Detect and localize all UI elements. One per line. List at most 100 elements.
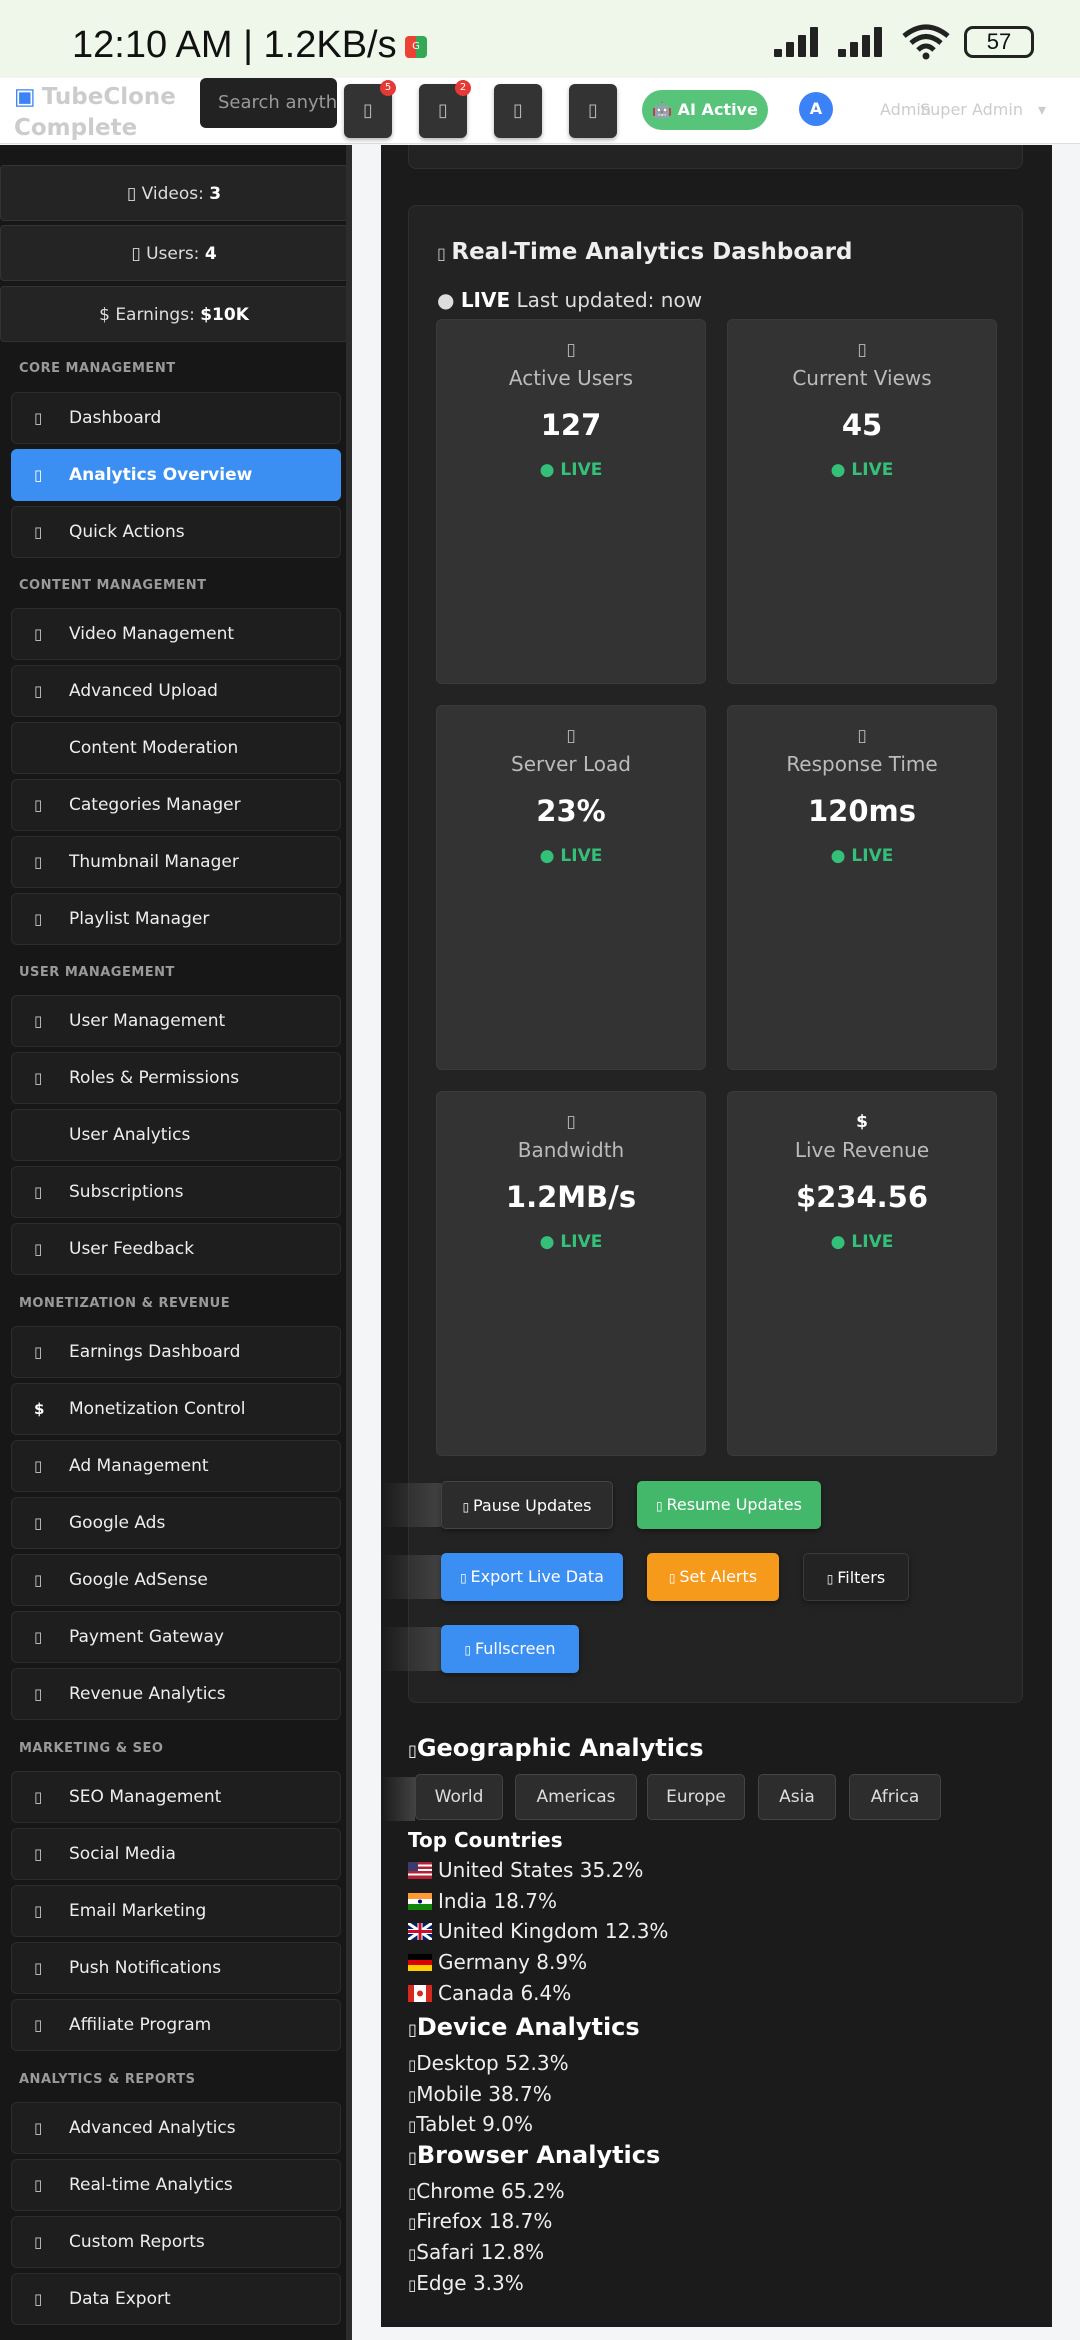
notifications-button[interactable]: ▯ 5 [344, 80, 396, 138]
nav-thumbnail-manager[interactable]: ▯ Thumbnail Manager [11, 836, 341, 888]
geographic-title: ▯Geographic Analytics [408, 1734, 704, 1762]
region-tab-americas[interactable]: Americas [515, 1774, 637, 1820]
nav-social-media[interactable]: ▯ Social Media [11, 1828, 341, 1880]
scroll-shadow [381, 1483, 441, 1527]
signal-icon-2 [838, 27, 888, 57]
nav-revenue-analytics[interactable]: ▯ Revenue Analytics [11, 1668, 341, 1720]
message-badge: 2 [455, 80, 471, 96]
pause-icon: ▯ [462, 1500, 473, 1514]
nav-google-ads[interactable]: ▯ Google Ads [11, 1497, 341, 1549]
nav-advanced-upload[interactable]: ▯ Advanced Upload [11, 665, 341, 717]
nav-user-feedback[interactable]: ▯ User Feedback [11, 1223, 341, 1275]
theme-toggle-button[interactable]: ▯ [494, 84, 542, 138]
globe-icon: ▯ [408, 1741, 417, 1760]
megaphone-icon: ▯ [34, 1457, 43, 1475]
uk-flag-icon [408, 1923, 432, 1940]
status-bar: 12:10 AM | 1.2KB/s G 57 [0, 0, 1080, 78]
nav-email-marketing[interactable]: ▯ Email Marketing [11, 1885, 341, 1937]
nav-analytics-overview[interactable]: ▯ Analytics Overview [11, 449, 341, 501]
region-tab-europe[interactable]: Europe [647, 1774, 745, 1820]
chart-icon: ▯ [437, 244, 452, 263]
nav-dashboard[interactable]: ▯ Dashboard [11, 392, 341, 444]
nav-playlist-manager[interactable]: ▯ Playlist Manager [11, 893, 341, 945]
nav-data-export[interactable]: ▯ Data Export [11, 2273, 341, 2325]
section-analytics-reports: ANALYTICS & REPORTS [19, 2072, 196, 2087]
playlist-icon: ▯ [34, 910, 43, 928]
download-icon: ▯ [460, 1571, 471, 1585]
nav-quick-actions[interactable]: ▯ Quick Actions [11, 506, 341, 558]
region-tab-world[interactable]: World [415, 1774, 503, 1820]
pause-updates-button[interactable]: ▯ Pause Updates [441, 1481, 613, 1529]
nav-advanced-analytics[interactable]: ▯ Advanced Analytics [11, 2102, 341, 2154]
resume-updates-button[interactable]: ▯ Resume Updates [637, 1481, 821, 1529]
ai-active-button[interactable]: 🤖 AI Active [642, 90, 768, 130]
bell-icon: ▯ [668, 1571, 680, 1585]
avatar[interactable]: A [799, 92, 833, 126]
video-icon: ▯ [34, 625, 43, 643]
browser-icon: ▯ [408, 2148, 417, 2167]
nav-video-management[interactable]: ▯ Video Management [11, 608, 341, 660]
country-row: United Kingdom 12.3% [408, 1919, 668, 1943]
nav-earnings-dashboard[interactable]: ▯ Earnings Dashboard [11, 1326, 341, 1378]
users-icon: ▯ [131, 244, 147, 264]
sidebar: ▯ Videos: 3 ▯ Users: 4 $ Earnings: $10K … [0, 145, 352, 2340]
filters-button[interactable]: ▯ Filters [803, 1553, 909, 1601]
main-content: ▯ Real-Time Analytics Dashboard ● LIVE L… [381, 145, 1052, 2327]
clock-icon: ▯ [857, 726, 867, 746]
nav-monetization-control[interactable]: $ Monetization Control [11, 1383, 341, 1435]
export-live-data-button[interactable]: ▯ Export Live Data [441, 1553, 623, 1601]
device-row: ▯Tablet 9.0% [408, 2112, 533, 2136]
pulse-icon: ▯ [34, 2176, 43, 2194]
money-icon: ▯ [34, 1343, 43, 1361]
search-input[interactable]: Search anything... [200, 78, 337, 128]
video-icon: ▯ [126, 184, 142, 204]
region-tab-africa[interactable]: Africa [849, 1774, 941, 1820]
image-icon: ▯ [34, 853, 43, 871]
nav-custom-reports[interactable]: ▯ Custom Reports [11, 2216, 341, 2268]
nav-categories-manager[interactable]: ▯ Categories Manager [11, 779, 341, 831]
live-status: ● LIVE Last updated: now [437, 288, 703, 312]
nav-realtime-analytics[interactable]: ▯ Real-time Analytics [11, 2159, 341, 2211]
key-icon: ▯ [34, 1069, 43, 1087]
top-header: ▣TubeClone Complete Admin Search anythin… [0, 78, 1080, 144]
nav-subscriptions[interactable]: ▯ Subscriptions [11, 1166, 341, 1218]
notification-badge: 5 [380, 80, 396, 96]
brand-logo[interactable]: ▣TubeClone Complete Admin [14, 82, 204, 142]
nav-payment-gateway[interactable]: ▯ Payment Gateway [11, 1611, 341, 1663]
upload-icon: ▯ [34, 682, 43, 700]
browser-row: ▯Safari 12.8% [408, 2240, 545, 2264]
india-flag-icon [408, 1893, 432, 1910]
section-core-management: CORE MANAGEMENT [19, 361, 176, 376]
region-tab-asia[interactable]: Asia [758, 1774, 836, 1820]
dollar-icon: $ [34, 1400, 45, 1418]
dashboard-icon: ▯ [34, 409, 43, 427]
stat-earnings: $ Earnings: $10K [0, 286, 346, 342]
search-icon: ▯ [34, 1788, 43, 1806]
nav-user-analytics[interactable]: User Analytics [11, 1109, 341, 1161]
status-time: 12:10 AM | 1.2KB/s [72, 24, 397, 66]
nav-affiliate-program[interactable]: ▯ Affiliate Program [11, 1999, 341, 2051]
gear-icon: ▯ [588, 100, 598, 121]
export-icon: ▯ [34, 2290, 43, 2308]
chevron-down-icon[interactable]: ▾ [1038, 100, 1046, 119]
country-row: India 18.7% [408, 1889, 557, 1913]
nav-content-moderation[interactable]: Content Moderation [11, 722, 341, 774]
nav-user-management[interactable]: ▯ User Management [11, 995, 341, 1047]
messages-button[interactable]: ▯ 2 [419, 80, 471, 138]
settings-button[interactable]: ▯ [569, 84, 617, 138]
nav-google-adsense[interactable]: ▯ Google AdSense [11, 1554, 341, 1606]
share-icon: ▯ [34, 1845, 43, 1863]
scroll-shadow [381, 1777, 415, 1821]
dollar-icon: $ [856, 1112, 868, 1132]
adsense-icon: ▯ [34, 1571, 43, 1589]
nav-seo-management[interactable]: ▯ SEO Management [11, 1771, 341, 1823]
nav-push-notifications[interactable]: ▯ Push Notifications [11, 1942, 341, 1994]
signal-icon [774, 27, 824, 57]
lightning-icon: ▯ [34, 523, 43, 541]
nav-ad-management[interactable]: ▯ Ad Management [11, 1440, 341, 1492]
wifi-icon [902, 24, 950, 60]
fullscreen-button[interactable]: ▯ Fullscreen [441, 1625, 579, 1673]
metric-response-time: ▯ Response Time 120ms ● LIVE [727, 705, 997, 1070]
set-alerts-button[interactable]: ▯ Set Alerts [647, 1553, 779, 1601]
nav-roles-permissions[interactable]: ▯ Roles & Permissions [11, 1052, 341, 1104]
